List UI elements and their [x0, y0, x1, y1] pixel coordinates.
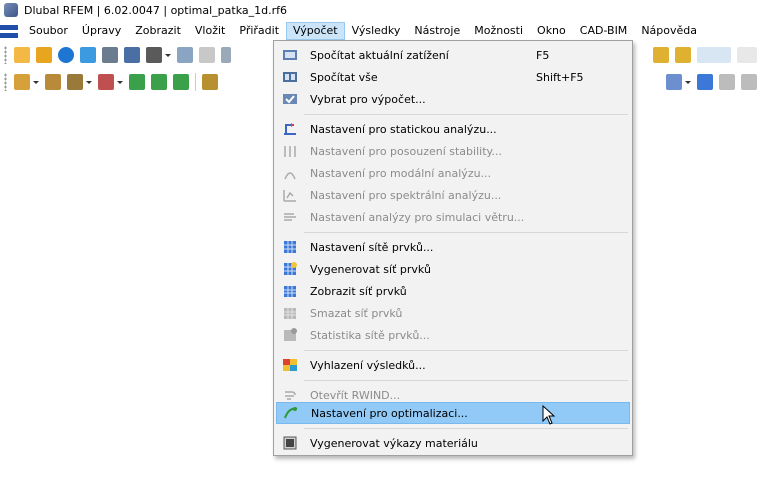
- rwind-icon: [282, 387, 298, 403]
- load-tool-icon[interactable]: [202, 74, 218, 90]
- menu-item-spectral-analysis[interactable]: Nastavení pro spektrální analýzu...: [276, 184, 630, 206]
- undo-icon[interactable]: [221, 47, 231, 63]
- line-tool-icon[interactable]: [45, 74, 61, 90]
- view-tool-2-icon[interactable]: [675, 47, 691, 63]
- new-model-icon[interactable]: [14, 47, 30, 63]
- model-wizard-icon[interactable]: [102, 47, 118, 63]
- menu-item-generate-mesh[interactable]: Vygenerovat síť prvků: [276, 258, 630, 280]
- vypocet-dropdown-menu: Spočítat aktuální zatížení F5 Spočítat v…: [273, 40, 633, 456]
- menu-item-material-report[interactable]: Vygenerovat výkazy materiálu: [276, 432, 630, 454]
- toolbar-grip[interactable]: [4, 46, 7, 64]
- hinge-tool-icon[interactable]: [151, 74, 167, 90]
- menu-vlozit[interactable]: Vložit: [188, 22, 232, 40]
- webservice-icon[interactable]: [80, 47, 96, 63]
- toolbar-grip-2[interactable]: [4, 73, 7, 91]
- menu-item-stability-analysis[interactable]: Nastavení pro posouzení stability...: [276, 140, 630, 162]
- menu-item-delete-mesh[interactable]: Smazat síť prvků: [276, 302, 630, 324]
- stability-analysis-icon: [282, 143, 298, 159]
- member-dropdown-arrow[interactable]: [86, 74, 92, 90]
- node-dropdown-arrow[interactable]: [33, 74, 39, 90]
- surface-dropdown-arrow[interactable]: [117, 74, 123, 90]
- window-title: Dlubal RFEM | 6.02.0047 | optimal_patka_…: [24, 3, 287, 17]
- dlubal-center-icon[interactable]: [58, 47, 74, 63]
- optimization-icon: [283, 405, 299, 421]
- menu-separator: [304, 232, 628, 233]
- window-menu-icon[interactable]: [0, 24, 18, 38]
- surface-tool-icon[interactable]: [98, 74, 114, 90]
- toolbar-field[interactable]: [737, 47, 757, 63]
- print-icon[interactable]: [146, 47, 162, 63]
- mouse-pointer-icon: [542, 404, 556, 428]
- menu-separator: [304, 380, 628, 381]
- menu-item-show-mesh[interactable]: Zobrazit síť prvků: [276, 280, 630, 302]
- menu-item-calculate-all[interactable]: Spočítat vše Shift+F5: [276, 66, 630, 88]
- menu-priradit[interactable]: Přiřadit: [232, 22, 286, 40]
- show-mesh-icon: [282, 283, 298, 299]
- menu-item-calculate-current[interactable]: Spočítat aktuální zatížení F5: [276, 44, 630, 66]
- delete-mesh-icon: [282, 305, 298, 321]
- load-case-selector[interactable]: [697, 47, 731, 63]
- title-bar: Dlubal RFEM | 6.02.0047 | optimal_patka_…: [0, 0, 760, 20]
- page-icon[interactable]: [199, 47, 215, 63]
- node-tool-icon[interactable]: [14, 74, 30, 90]
- menu-item-optimization-settings[interactable]: Nastavení pro optimalizaci...: [276, 402, 630, 424]
- solid-tool-icon[interactable]: [173, 74, 189, 90]
- menu-okno[interactable]: Okno: [530, 22, 573, 40]
- member-tool-icon[interactable]: [67, 74, 83, 90]
- menu-item-result-smoothing[interactable]: Vyhlazení výsledků...: [276, 354, 630, 376]
- wind-simulation-icon: [282, 209, 298, 225]
- report-icon[interactable]: [177, 47, 193, 63]
- menu-zobrazit[interactable]: Zobrazit: [128, 22, 188, 40]
- menu-item-mesh-statistics[interactable]: Statistika sítě prvků...: [276, 324, 630, 346]
- frame-icon[interactable]: [719, 74, 735, 90]
- menu-separator: [304, 114, 628, 115]
- support-tool-icon[interactable]: [129, 74, 145, 90]
- menu-item-mesh-settings[interactable]: Nastavení sítě prvků...: [276, 236, 630, 258]
- filter-icon[interactable]: [697, 74, 713, 90]
- menu-vysledky[interactable]: Výsledky: [345, 22, 408, 40]
- menu-item-select-for-calc[interactable]: Vybrat pro výpočet...: [276, 88, 630, 110]
- calculate-current-icon: [282, 47, 298, 63]
- mesh-settings-icon: [282, 239, 298, 255]
- menu-separator: [304, 350, 628, 351]
- menu-vypocet[interactable]: Výpočet: [286, 22, 345, 40]
- menu-soubor[interactable]: Soubor: [22, 22, 75, 40]
- modal-analysis-icon: [282, 165, 298, 181]
- open-folder-icon[interactable]: [36, 47, 52, 63]
- spectral-analysis-icon: [282, 187, 298, 203]
- toolbar-separator: [195, 73, 196, 91]
- display-tool-icon[interactable]: [666, 74, 682, 90]
- menu-cad-bim[interactable]: CAD-BIM: [573, 22, 635, 40]
- mesh-statistics-icon: [282, 327, 298, 343]
- panel-icon[interactable]: [741, 74, 757, 90]
- menu-separator: [304, 428, 628, 429]
- display-dropdown-arrow[interactable]: [685, 74, 691, 90]
- save-icon[interactable]: [124, 47, 140, 63]
- material-report-icon: [282, 435, 298, 451]
- menu-moznosti[interactable]: Možnosti: [467, 22, 530, 40]
- menu-upravy[interactable]: Úpravy: [75, 22, 128, 40]
- menu-bar: Soubor Úpravy Zobrazit Vložit Přiřadit V…: [0, 21, 760, 41]
- menu-napoveda[interactable]: Nápověda: [634, 22, 704, 40]
- select-for-calc-icon: [282, 91, 298, 107]
- view-tool-icon[interactable]: [653, 47, 669, 63]
- result-smoothing-icon: [282, 357, 298, 373]
- menu-item-static-analysis[interactable]: Nastavení pro statickou analýzu...: [276, 118, 630, 140]
- generate-mesh-icon: [282, 261, 298, 277]
- static-analysis-icon: [282, 121, 298, 137]
- rfem-app-icon: [4, 3, 18, 17]
- menu-nastroje[interactable]: Nástroje: [407, 22, 467, 40]
- menu-item-modal-analysis[interactable]: Nastavení pro modální analýzu...: [276, 162, 630, 184]
- print-dropdown-arrow[interactable]: [165, 47, 171, 63]
- menu-item-wind-simulation[interactable]: Nastavení analýzy pro simulaci větru...: [276, 206, 630, 228]
- calculate-all-icon: [282, 69, 298, 85]
